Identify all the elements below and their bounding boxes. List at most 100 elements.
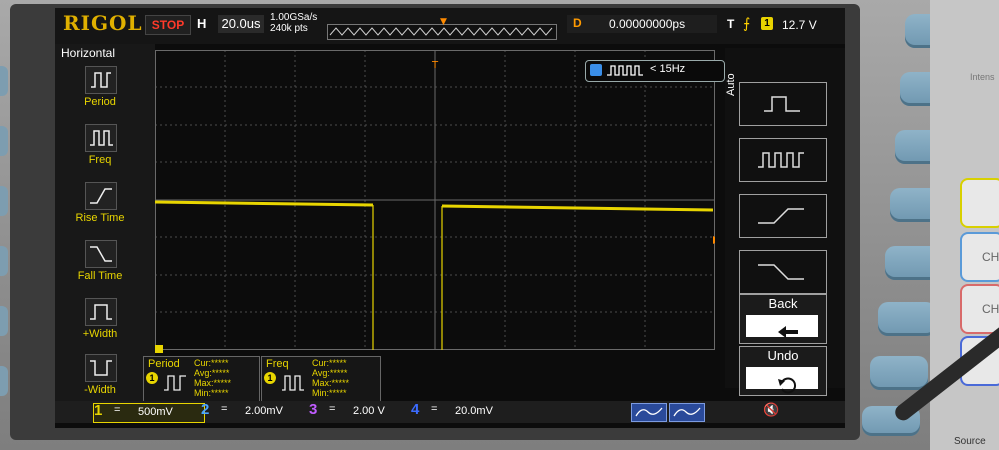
left-hardware-key[interactable]: [0, 186, 8, 216]
trigger-position-marker: ▼: [440, 17, 447, 27]
ch2-key[interactable]: CH: [960, 232, 999, 282]
left-hardware-key[interactable]: [0, 246, 8, 276]
channel-coupling: =: [114, 404, 121, 416]
channel-coupling: =: [431, 403, 438, 415]
menu-item-period[interactable]: Period: [55, 66, 145, 122]
rising-edge-button[interactable]: [739, 194, 827, 238]
menu-item-label: +Width: [82, 328, 118, 340]
menu-item-freq[interactable]: Freq: [55, 124, 145, 180]
waveform-graticule: T: [155, 50, 715, 350]
single-pulse-button[interactable]: [739, 82, 827, 126]
memory-depth: 240k pts: [270, 23, 308, 34]
intensity-label: Intens: [970, 72, 995, 82]
trigger-source: 1: [761, 17, 773, 30]
sine-wave-icon: [673, 407, 701, 417]
brand-logo: RIGOL: [63, 11, 143, 35]
trigger-t-marker: T: [431, 60, 439, 71]
trigger-info: T ⨍ 1 12.7 V: [725, 15, 845, 34]
measurement-stats: Cur:***** Avg:***** Max:***** Min:*****: [194, 358, 231, 398]
measure-menu: Horizontal Period Freq Rise Time Fall Ti…: [55, 44, 155, 408]
ch1-trace: [155, 200, 714, 212]
positive-width-icon: [85, 298, 117, 326]
memory-waveform-icon: [329, 27, 553, 36]
frequency-text: < 15Hz: [650, 63, 686, 75]
menu-item-label: Rise Time: [75, 212, 125, 224]
stat-avg: Avg:*****: [312, 368, 348, 378]
stat-max: Max:*****: [194, 378, 232, 388]
period-icon: [164, 375, 186, 391]
negative-width-icon: [85, 354, 117, 382]
left-hardware-key[interactable]: [0, 126, 8, 156]
menu-item-label: Freq: [88, 154, 112, 166]
stat-avg: Avg:*****: [194, 368, 230, 378]
ch3-key[interactable]: CH: [960, 284, 999, 334]
fall-time-icon: [85, 240, 117, 268]
run-stop-status: STOP: [145, 15, 191, 35]
channel-coupling: =: [221, 403, 228, 415]
period-icon: [85, 66, 117, 94]
rise-time-icon: [85, 182, 117, 210]
menu-title: Horizontal: [61, 46, 116, 60]
source-label: Source: [954, 436, 986, 447]
back-arrow-icon: [746, 315, 818, 338]
pulse-train-button[interactable]: [739, 138, 827, 182]
stat-min: Min:*****: [312, 388, 347, 398]
channel-number: 2: [201, 401, 210, 418]
pulse-train-button-icon: [758, 152, 804, 168]
timebase-value: 20.0us: [218, 15, 264, 33]
stat-cur: Cur:*****: [312, 358, 347, 368]
frequency-indicator: < 15Hz: [585, 60, 725, 82]
channel-number: 3: [309, 401, 318, 418]
rising-edge-button-icon: [758, 208, 804, 224]
measurement-period: Period 1 Cur:***** Avg:***** Max:***** M…: [143, 356, 260, 402]
measurement-name: Freq: [266, 358, 289, 370]
back-label: Back: [768, 296, 798, 311]
channel-scale: 2.00mV: [245, 405, 283, 417]
measurement-channel: 1: [264, 372, 276, 384]
menu-item-fall-time[interactable]: Fall Time: [55, 240, 145, 296]
left-hardware-key[interactable]: [0, 306, 8, 336]
menu-item-label: -Width: [84, 384, 116, 396]
sample-rate: 1.00GSa/s: [270, 12, 318, 23]
scope-screen: RIGOL STOP H 20.0us 1.00GSa/s 240k pts ▼…: [55, 8, 845, 428]
channel-1-status[interactable]: 1 = 500mV: [93, 402, 205, 423]
channel-3-status[interactable]: 3 = 2.00 V: [309, 401, 409, 421]
grid-center-axes: [155, 50, 715, 350]
right-hardware-key[interactable]: [870, 356, 928, 390]
sound-muted-icon[interactable]: 🔇: [763, 403, 779, 418]
measurement-channel: 1: [146, 372, 158, 384]
measurement-name: Period: [148, 358, 180, 370]
undo-button[interactable]: Undo: [739, 346, 827, 396]
status-bar: RIGOL STOP H 20.0us 1.00GSa/s 240k pts ▼…: [55, 8, 845, 44]
channel-scale: 2.00 V: [353, 405, 385, 417]
menu-item-positive-width[interactable]: +Width: [55, 298, 145, 354]
channel-number: 4: [411, 401, 420, 418]
left-hardware-key[interactable]: [0, 66, 8, 96]
sine-wave-icon: [635, 407, 663, 417]
stat-max: Max:*****: [312, 378, 350, 388]
falling-edge-button[interactable]: [739, 250, 827, 294]
generator-2-button[interactable]: [669, 403, 705, 422]
generator-1-button[interactable]: [631, 403, 667, 422]
channel-2-status[interactable]: 2 = 2.00mV: [201, 401, 301, 421]
right-hardware-key[interactable]: [878, 302, 936, 336]
trigger-label: T: [727, 17, 735, 31]
acquisition-info: 1.00GSa/s 240k pts: [270, 12, 317, 34]
ch1-ground-marker: [155, 345, 163, 353]
delay-value: 0.00000000ps: [609, 17, 686, 31]
auto-mode-label: Auto: [725, 73, 737, 96]
undo-icon: [746, 367, 818, 394]
menu-item-label: Period: [84, 96, 116, 108]
ch1-key[interactable]: [960, 178, 999, 228]
stat-cur: Cur:*****: [194, 358, 229, 368]
menu-item-rise-time[interactable]: Rise Time: [55, 182, 145, 238]
back-button[interactable]: Back: [739, 294, 827, 344]
falling-edge-button-icon: [758, 264, 804, 280]
left-hardware-key[interactable]: [0, 366, 8, 396]
single-pulse-icon: [764, 96, 800, 112]
trigger-level: 12.7 V: [782, 18, 817, 32]
ch1-edges: [372, 205, 443, 350]
channel-4-status[interactable]: 4 = 20.0mV: [411, 401, 511, 421]
measurement-freq: Freq 1 Cur:***** Avg:***** Max:***** Min…: [261, 356, 381, 402]
trigger-level-marker: [713, 236, 715, 244]
